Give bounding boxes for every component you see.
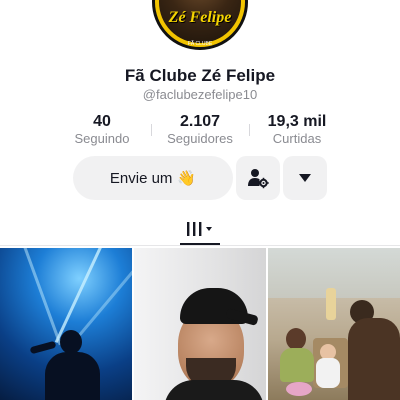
singer-silhouette: [45, 352, 100, 400]
stat-following[interactable]: 40 Seguindo: [47, 113, 157, 147]
stat-followers-count: 2.107: [179, 113, 221, 130]
profile-username: @faclubezefelipe10: [142, 87, 258, 102]
send-message-button[interactable]: Envie um 👋: [73, 156, 233, 200]
video-thumbnail-family[interactable]: [268, 248, 400, 400]
video-thumbnail-concert[interactable]: [0, 248, 132, 400]
stat-divider: [151, 124, 152, 136]
singer-head: [60, 330, 82, 354]
video-thumbnail-selfie[interactable]: [134, 248, 266, 400]
pink-balloon: [286, 382, 312, 396]
child-head: [286, 328, 306, 350]
avatar-logo-subtext: FÃ CLUBE: [187, 41, 213, 47]
stat-following-label: Seguindo: [74, 131, 130, 146]
video-grid: [0, 248, 400, 400]
grid-icon: [187, 222, 212, 236]
stat-likes-label: Curtidas: [272, 131, 322, 146]
wall-lamp: [326, 288, 336, 320]
avatar-logo-text: Zé Felipe: [168, 9, 232, 26]
user-settings-icon: [248, 169, 269, 189]
waving-hand-icon: 👋: [177, 170, 197, 187]
stat-likes-count: 19,3 mil: [267, 113, 327, 130]
toddler-body: [316, 358, 340, 388]
caret-down-icon: [299, 174, 311, 182]
tab-divider: [0, 245, 400, 246]
send-message-label: Envie um: [109, 169, 173, 187]
profile-display-name: Fã Clube Zé Felipe: [124, 66, 276, 85]
profile-stats: 40 Seguindo 2.107 Seguidores 19,3 mil Cu…: [0, 113, 400, 149]
more-options-button[interactable]: [283, 156, 327, 200]
stage-light-beam: [21, 248, 62, 346]
stat-followers[interactable]: 2.107 Seguidores: [145, 113, 255, 147]
child-dress: [280, 348, 314, 382]
user-settings-button[interactable]: [236, 156, 280, 200]
stat-likes[interactable]: 19,3 mil Curtidas: [242, 113, 352, 147]
profile-tabbar: [0, 214, 400, 246]
microphone-arm: [29, 340, 57, 355]
stat-following-count: 40: [93, 113, 111, 130]
profile-avatar[interactable]: Zé Felipe FÃ CLUBE: [152, 0, 248, 50]
tab-videos[interactable]: [180, 214, 220, 244]
adult-body: [348, 318, 400, 400]
stat-followers-label: Seguidores: [167, 131, 233, 146]
stat-divider: [249, 124, 250, 136]
